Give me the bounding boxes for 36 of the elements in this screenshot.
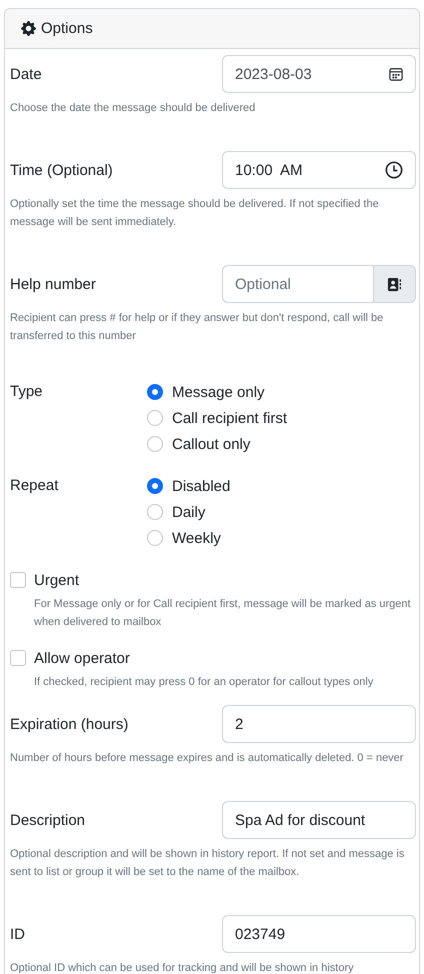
help-text: For Message only or for Call recipient first, message will be marked as urgent when delivered to mailbox	[34, 597, 412, 630]
option-label[interactable]: Disabled	[172, 478, 230, 494]
option-label[interactable]: Daily	[172, 504, 206, 520]
input-field[interactable]: 10:00 AM	[222, 151, 416, 189]
help-text: Optionally set the time the message should be delivered. If not specified the message will be sent immediately.	[10, 197, 380, 230]
option-label[interactable]: Call recipient first	[172, 410, 288, 426]
help-text: Recipient can press # for help or if they answer but don't respond, call will be transferred to this number	[10, 311, 384, 344]
checkbox-label[interactable]: Urgent	[34, 572, 80, 588]
card-title: Options	[41, 20, 93, 37]
field-value: 10:00 AM	[235, 162, 303, 178]
field-label: Repeat	[10, 476, 60, 496]
input-field[interactable]: Spa Ad for discount	[222, 801, 416, 839]
help-text: Number of hours before message expires and is automatically deleted. 0 = never	[10, 751, 404, 766]
input-field[interactable]: 2023-08-03	[222, 55, 416, 93]
checkbox-label[interactable]: Allow operator	[34, 650, 130, 666]
option-label[interactable]: Callout only	[172, 436, 250, 452]
input-field[interactable]: 2	[222, 705, 416, 743]
field-label: Help number	[10, 276, 96, 292]
help-text: If checked, recipient may press 0 for an operator for callout types only	[34, 675, 374, 690]
field-label: Date	[10, 66, 42, 82]
field-value: 2023-08-03	[235, 66, 312, 82]
help-text: Optional ID which can be used for tracking and will be shown in history	[10, 961, 355, 974]
help-text: Choose the date the message should be delivered	[10, 101, 256, 116]
field-label: Type	[10, 382, 44, 402]
help-text: Optional description and will be shown in history report. If not set and message is sent to list or group it will be set to the name of the mailbox.	[10, 847, 406, 880]
field-label: ID	[10, 926, 25, 942]
option-label[interactable]: Weekly	[172, 530, 221, 546]
field-label: Description	[10, 812, 86, 828]
option-label[interactable]: Message only	[172, 384, 265, 400]
input-field[interactable]: Optional	[222, 265, 374, 303]
field-value: Spa Ad for discount	[235, 812, 366, 828]
field-value: 2	[235, 716, 244, 732]
field-label: Time (Optional)	[10, 162, 113, 178]
input-field[interactable]: 023749	[222, 915, 416, 953]
field-label: Expiration (hours)	[10, 716, 128, 732]
field-value: 023749	[235, 926, 286, 942]
